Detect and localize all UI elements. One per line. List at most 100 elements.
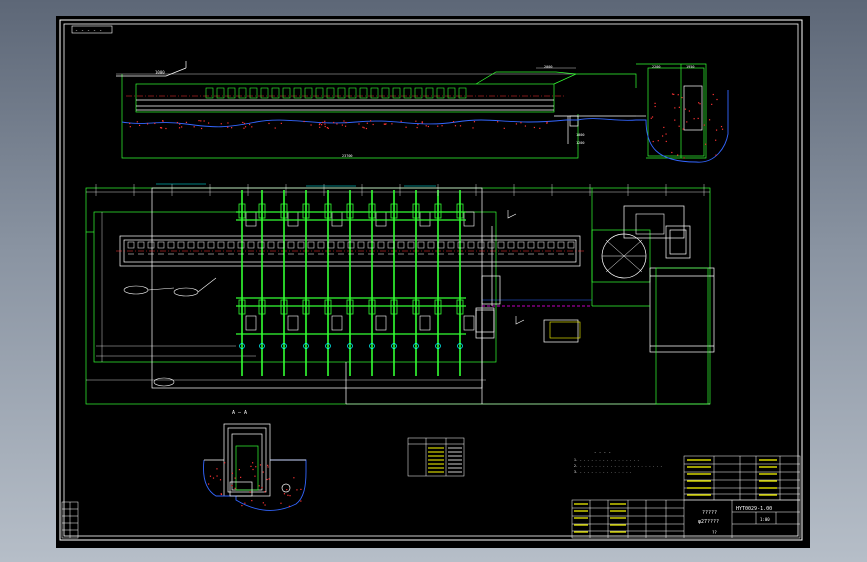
- roller-frame: [381, 87, 390, 99]
- hatch-dot: [198, 120, 200, 122]
- hatch-dot: [203, 120, 205, 122]
- sheet-note: ??: [712, 530, 717, 535]
- roller-frame: [370, 87, 379, 99]
- hatch-dot: [425, 125, 427, 127]
- belt-roller: [257, 241, 265, 249]
- parts-table-rows: [428, 447, 462, 473]
- hatch-dot: [249, 491, 251, 493]
- hatch-dot: [503, 127, 505, 129]
- belt-roller: [337, 241, 345, 249]
- hatch-dot: [384, 123, 386, 125]
- hatch-dot: [703, 124, 705, 126]
- hatch-dot: [208, 483, 210, 485]
- hatch-dot: [185, 121, 188, 123]
- roller-frame: [447, 87, 456, 99]
- hatch-dot: [300, 488, 302, 491]
- hatch-dot: [250, 465, 252, 467]
- hatch-dot: [244, 502, 246, 504]
- notes-line-1: 1. - - - - - - - - - - - - - - - -: [574, 458, 639, 462]
- hatch-dot: [249, 123, 251, 126]
- hatch-dot: [683, 157, 685, 159]
- cad-drawing-canvas[interactable]: - - - - - 1000 2000 23700 1000 1200 2200…: [56, 16, 810, 548]
- roller-frame: [403, 87, 412, 99]
- roller-frame: [315, 87, 324, 99]
- belt-roller: [467, 241, 475, 249]
- hatch-dot: [324, 125, 326, 128]
- hatch-dot: [678, 125, 680, 127]
- hatch-dot: [227, 122, 229, 124]
- hatch-dot: [515, 123, 518, 125]
- drawing-viewport[interactable]: - - - - - 1000 2000 23700 1000 1200 2200…: [56, 16, 810, 548]
- hatch-dot: [293, 477, 295, 479]
- svg-text:2000: 2000: [544, 65, 552, 69]
- motor-box: [463, 211, 475, 227]
- hatch-dot: [663, 126, 665, 129]
- hatch-dot: [227, 126, 229, 128]
- hatch-dot: [673, 93, 675, 96]
- belt-roller: [397, 241, 405, 249]
- motor-box: [419, 315, 431, 331]
- svg-text:23700: 23700: [342, 154, 353, 158]
- motor-box: [375, 315, 387, 331]
- hatch-dot: [129, 122, 131, 125]
- hatch-dot: [324, 123, 326, 125]
- roller-frame: [271, 87, 280, 99]
- belt-roller: [157, 241, 165, 249]
- belt-roller: [437, 241, 445, 249]
- hatch-dot: [473, 121, 476, 123]
- hatch-dot: [261, 486, 263, 489]
- belt-roller: [537, 241, 545, 249]
- hatch-dot: [693, 118, 695, 120]
- belt-roller: [547, 241, 555, 249]
- hatch-dot: [234, 487, 236, 489]
- hatch-dot: [524, 125, 527, 127]
- hatch-dot: [358, 123, 360, 125]
- hatch-dot: [219, 479, 222, 481]
- section-view: [203, 423, 307, 511]
- hatch-dot: [650, 117, 652, 119]
- hatch-dot: [520, 122, 522, 124]
- hatch-dot: [441, 125, 443, 127]
- hatch-dot: [212, 477, 215, 479]
- hatch-dot: [254, 475, 256, 477]
- hatch-dot: [651, 116, 654, 118]
- hatch-dot: [287, 494, 289, 496]
- hatch-dot: [712, 93, 714, 96]
- roller-frame: [216, 87, 225, 99]
- roller-frame: [458, 87, 467, 99]
- motor-box: [331, 315, 343, 331]
- hatch-dot: [216, 475, 218, 477]
- hatch-dot: [258, 485, 260, 487]
- belt-roller: [187, 241, 195, 249]
- hatch-dot: [417, 123, 419, 126]
- hatch-dot: [682, 128, 684, 130]
- belt-roller: [127, 241, 135, 249]
- title-center-text-2: φ27????: [698, 519, 719, 525]
- roller-frame: [348, 87, 357, 99]
- hatch-dot: [372, 123, 374, 126]
- hatch-dot: [678, 106, 680, 108]
- hatch-dot: [427, 125, 429, 128]
- hatch-dot: [661, 135, 664, 137]
- hatch-dot: [715, 129, 718, 131]
- parts-table: [407, 437, 465, 477]
- hatch-dot: [207, 122, 210, 124]
- hatch-dot: [391, 123, 393, 125]
- roller-frame: [205, 87, 214, 99]
- hatch-dot: [165, 127, 167, 130]
- hatch-dot: [344, 125, 347, 127]
- hatch-dot: [200, 127, 203, 130]
- drawing-number: HYT0029-1.00: [736, 506, 772, 512]
- belt-roller: [487, 241, 495, 249]
- hatch-dot: [200, 120, 202, 122]
- belt-roller: [327, 241, 335, 249]
- hatch-dot: [274, 127, 276, 129]
- plan-column-frames: [236, 190, 475, 376]
- hatch-dot: [321, 124, 323, 126]
- belt-roller: [137, 241, 145, 249]
- hatch-dot: [327, 127, 329, 129]
- hatch-dot: [240, 476, 242, 478]
- hatch-dot: [178, 127, 181, 129]
- hatch-dot: [497, 121, 499, 123]
- belt-roller: [377, 241, 385, 249]
